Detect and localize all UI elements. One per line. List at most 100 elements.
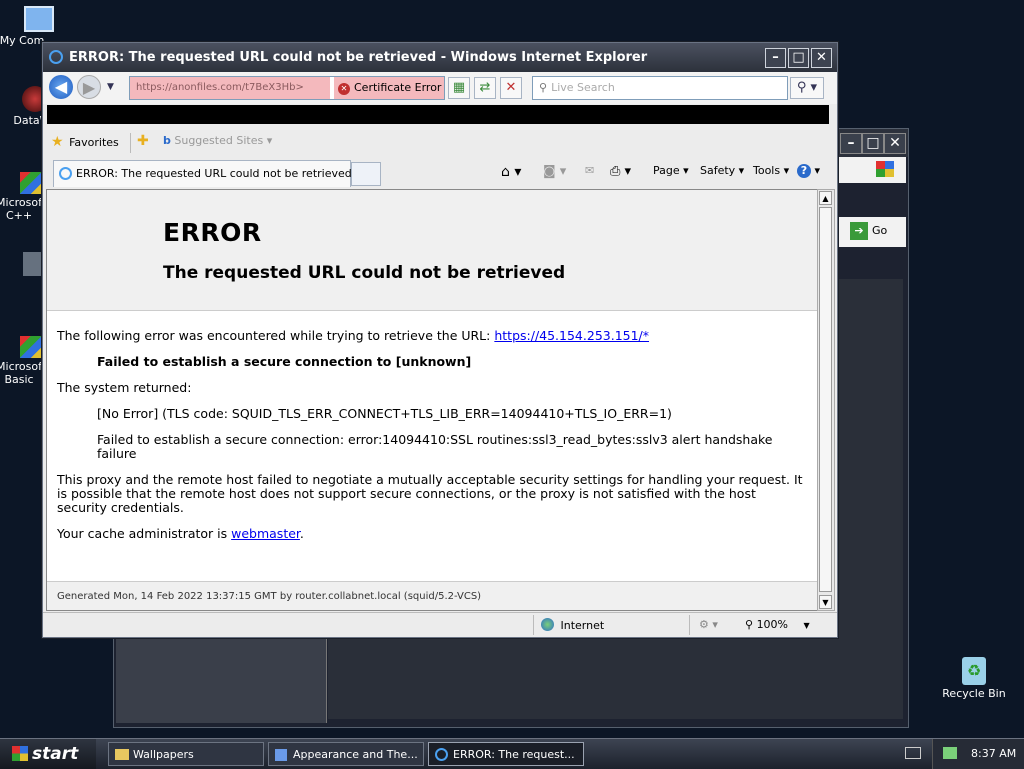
help-button[interactable]: ? ▾ <box>797 164 820 178</box>
background-left-panel <box>116 635 327 723</box>
protected-mode-icon[interactable]: ⚙ ▾ <box>699 618 718 631</box>
error-url-link[interactable]: https://45.154.253.151/* <box>494 328 649 343</box>
address-toolbar: ◀ ▶ ▼ https://anonfiles.com/t7BeX3Hb> ✕ C… <box>43 72 837 104</box>
desktop-icon-label: Microsof Basic <box>0 360 42 386</box>
forward-button[interactable]: ▶ <box>77 75 101 99</box>
history-dropdown-icon[interactable]: ▼ <box>107 82 114 92</box>
folder-icon <box>115 749 129 760</box>
tab-title: ERROR: The requested URL could not be re… <box>76 167 352 180</box>
certificate-error-badge[interactable]: ✕ Certificate Error <box>334 77 444 99</box>
vertical-scrollbar[interactable]: ▲ ▼ <box>817 189 835 611</box>
print-button[interactable]: ⎙ ▾ <box>610 164 631 179</box>
back-button[interactable]: ◀ <box>49 75 73 99</box>
refresh-button[interactable]: ⇄ <box>474 77 496 99</box>
window-title: ERROR: The requested URL could not be re… <box>69 50 648 65</box>
admin-line: Your cache administrator is webmaster. <box>57 527 808 541</box>
error-header: ERROR The requested URL could not be ret… <box>47 190 818 311</box>
scroll-up-icon[interactable]: ▲ <box>819 191 832 205</box>
stop-button[interactable]: ✕ <box>500 77 522 99</box>
recycle-bin-icon: ♻ <box>962 657 986 685</box>
admin-suffix: . <box>299 526 304 541</box>
bing-icon: b <box>163 134 171 147</box>
maximize-button[interactable]: □ <box>862 133 884 154</box>
address-input[interactable]: https://anonfiles.com/t7BeX3Hb> <box>130 77 330 99</box>
error-heading: ERROR <box>163 218 262 247</box>
address-bar[interactable]: https://anonfiles.com/t7BeX3Hb> ✕ Certifi… <box>129 76 445 100</box>
task-label: Wallpapers <box>133 748 194 761</box>
zoom-dropdown-icon[interactable]: ▼ <box>804 621 810 630</box>
minimize-button[interactable]: – <box>765 48 786 68</box>
certificate-error-label: Certificate Error <box>354 81 442 94</box>
start-label: start <box>32 744 79 764</box>
visual-studio-icon <box>20 172 42 194</box>
divider <box>689 615 690 635</box>
computer-icon <box>24 6 54 32</box>
error-subheading: The requested URL could not be retrieved <box>163 263 566 283</box>
taskbar-item-wallpapers[interactable]: Wallpapers <box>108 742 264 766</box>
search-button[interactable]: ⚲ ▾ <box>790 77 824 99</box>
zone-indicator[interactable]: Internet <box>541 618 604 632</box>
favorites-label: Favorites <box>69 136 119 149</box>
ie-page-icon <box>59 167 72 180</box>
clock[interactable]: 8:37 AM <box>971 747 1016 760</box>
page-menu-label: Page <box>653 164 680 177</box>
tab-error-page[interactable]: ERROR: The requested URL could not be re… <box>53 160 352 187</box>
safety-menu[interactable]: Safety ▾ <box>700 164 744 177</box>
control-panel-icon <box>275 749 287 761</box>
close-button[interactable]: ✕ <box>811 48 832 68</box>
tools-menu-label: Tools <box>753 164 781 177</box>
go-arrow-icon: ➔ <box>850 222 868 240</box>
error-reason: Failed to establish a secure connection … <box>97 354 472 369</box>
error-url-prefix: The following error was encountered whil… <box>57 328 495 343</box>
keyboard-icon[interactable] <box>905 747 921 759</box>
scroll-thumb[interactable] <box>819 207 832 592</box>
read-mail-button[interactable]: ✉ <box>585 164 594 177</box>
zone-label: Internet <box>560 619 605 632</box>
taskbar-item-appearance[interactable]: Appearance and The... <box>268 742 424 766</box>
suggested-sites-button[interactable]: b Suggested Sites ▾ <box>163 134 272 147</box>
ie-titlebar[interactable]: ERROR: The requested URL could not be re… <box>43 43 837 72</box>
network-icon[interactable] <box>943 747 957 759</box>
webmaster-link[interactable]: webmaster <box>231 526 300 541</box>
desktop-icon-my-computer[interactable]: My Com <box>0 4 74 47</box>
page-menu[interactable]: Page ▾ <box>653 164 689 177</box>
ie-window[interactable]: ERROR: The requested URL could not be re… <box>42 42 838 638</box>
desktop-icon-recycle-bin[interactable]: ♻ Recycle Bin <box>939 657 1009 700</box>
shield-error-icon: ✕ <box>338 83 350 95</box>
start-button[interactable]: start <box>0 739 96 769</box>
status-bar: Internet ⚙ ▾ ⚲ 100% ▼ <box>43 612 837 637</box>
favorites-button[interactable]: ★ Favorites <box>51 134 119 150</box>
minimize-button[interactable]: – <box>840 133 862 154</box>
desktop-icon-label: Microsof C++ <box>0 196 42 222</box>
desktop-icon-label: My Com <box>0 34 45 47</box>
tools-menu[interactable]: Tools ▾ <box>753 164 789 177</box>
desktop-icon-label: Recycle Bin <box>942 687 1006 700</box>
task-label: ERROR: The request... <box>453 748 575 761</box>
divider <box>130 133 131 153</box>
compatibility-view-button[interactable]: ▦ <box>448 77 470 99</box>
zoom-level: 100% <box>756 618 789 631</box>
zoom-control[interactable]: ⚲ 100% ▼ <box>745 618 810 631</box>
search-box[interactable]: ⚲ Live Search <box>532 76 788 100</box>
page-content[interactable]: ERROR The requested URL could not be ret… <box>46 189 819 611</box>
add-favorites-icon[interactable]: ✚ <box>137 133 149 149</box>
search-icon: ⚲ <box>539 81 548 94</box>
ssl-error-detail: Failed to establish a secure connection:… <box>97 432 773 461</box>
new-tab-button[interactable] <box>351 162 381 186</box>
home-button[interactable]: ⌂ ▾ <box>501 164 521 180</box>
page-footer: Generated Mon, 14 Feb 2022 13:37:15 GMT … <box>47 581 818 610</box>
taskbar-item-ie-error[interactable]: ERROR: The request... <box>428 742 584 766</box>
search-input[interactable]: Live Search <box>551 81 615 94</box>
suggested-sites-label: Suggested Sites <box>174 134 264 147</box>
close-button[interactable]: ✕ <box>884 133 906 154</box>
taskbar: start Wallpapers Appearance and The... E… <box>0 738 1024 769</box>
ie-logo-icon <box>435 748 448 761</box>
scroll-down-icon[interactable]: ▼ <box>819 595 832 609</box>
feeds-button[interactable]: ◙ ▾ <box>543 164 566 179</box>
visual-basic-icon <box>20 336 42 358</box>
maximize-button[interactable]: □ <box>788 48 809 68</box>
admin-prefix: Your cache administrator is <box>57 526 232 541</box>
windows-logo-icon <box>876 161 894 177</box>
go-button[interactable]: Go <box>872 221 887 241</box>
globe-icon <box>541 618 554 631</box>
